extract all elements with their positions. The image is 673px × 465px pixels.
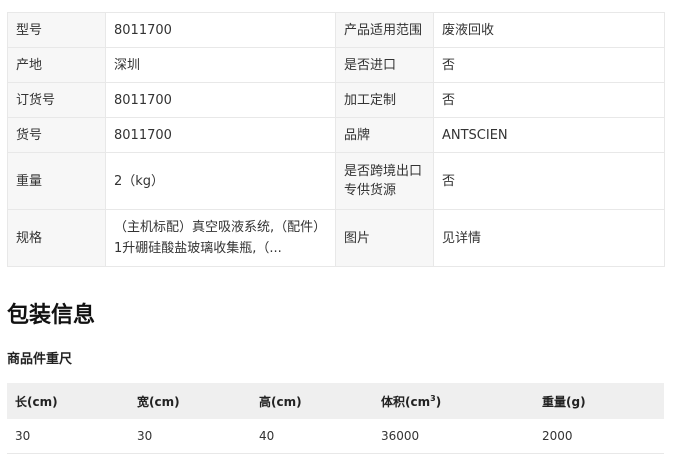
spec-value-imported: 否 [433, 47, 665, 83]
spec-label-image: 图片 [335, 209, 434, 267]
cell-height: 40 [251, 419, 373, 454]
spec-value-specification-text: （主机标配）真空吸液系统,（配件）1升硼硅酸盐玻璃收集瓶,（... [114, 220, 327, 256]
spec-row: 重量 2（kg） 是否跨境出口专供货源 否 [7, 152, 665, 210]
cell-weight: 2000 [534, 419, 664, 454]
spec-label-application: 产品适用范围 [335, 12, 434, 48]
spec-label-origin: 产地 [7, 47, 106, 83]
header-weight: 重量(g) [534, 383, 664, 419]
spec-value-image: 见详情 [433, 209, 665, 267]
spec-label-brand: 品牌 [335, 117, 434, 153]
spec-label-specification: 规格 [7, 209, 106, 267]
spec-label-order-number: 订货号 [7, 82, 106, 118]
spec-value-cross-border: 否 [433, 152, 665, 210]
spec-row: 订货号 8011700 加工定制 否 [7, 82, 665, 118]
cell-width: 30 [129, 419, 251, 454]
header-height: 高(cm) [251, 383, 373, 419]
header-width: 宽(cm) [129, 383, 251, 419]
spec-value-item-number: 8011700 [105, 117, 336, 153]
spec-value-application: 废液回收 [433, 12, 665, 48]
header-volume: 体积(cm3) [373, 383, 534, 419]
spec-value-specification: （主机标配）真空吸液系统,（配件）1升硼硅酸盐玻璃收集瓶,（... [105, 209, 336, 267]
spec-row: 规格 （主机标配）真空吸液系统,（配件）1升硼硅酸盐玻璃收集瓶,（... 图片 … [7, 209, 665, 267]
spec-value-weight: 2（kg） [105, 152, 336, 210]
packaging-section-title: 包装信息 [7, 303, 96, 328]
packaging-header-row: 长(cm) 宽(cm) 高(cm) 体积(cm3) 重量(g) [7, 383, 664, 419]
cell-volume: 36000 [373, 419, 534, 454]
spec-value-origin: 深圳 [105, 47, 336, 83]
table-row: 30 30 40 36000 2000 [7, 419, 664, 454]
spec-row: 型号 8011700 产品适用范围 废液回收 [7, 12, 665, 48]
header-volume-suffix: ) [435, 394, 442, 409]
spec-row: 产地 深圳 是否进口 否 [7, 47, 665, 83]
spec-value-model: 8011700 [105, 12, 336, 48]
spec-value-brand: ANTSCIEN [433, 117, 665, 153]
spec-label-item-number: 货号 [7, 117, 106, 153]
spec-value-order-number: 8011700 [105, 82, 336, 118]
header-length: 长(cm) [7, 383, 129, 419]
spec-label-cross-border: 是否跨境出口专供货源 [335, 152, 434, 210]
spec-label-imported: 是否进口 [335, 47, 434, 83]
spec-label-weight: 重量 [7, 152, 106, 210]
packaging-subtitle: 商品件重尺 [7, 352, 73, 367]
packaging-table: 长(cm) 宽(cm) 高(cm) 体积(cm3) 重量(g) 30 30 40… [7, 383, 664, 454]
cell-length: 30 [7, 419, 129, 454]
spec-row: 货号 8011700 品牌 ANTSCIEN [7, 117, 665, 153]
product-spec-table: 型号 8011700 产品适用范围 废液回收 产地 深圳 是否进口 否 订货号 … [7, 12, 665, 267]
spec-label-model: 型号 [7, 12, 106, 48]
spec-label-customization: 加工定制 [335, 82, 434, 118]
header-volume-prefix: 体积(cm [381, 394, 431, 409]
spec-value-customization: 否 [433, 82, 665, 118]
